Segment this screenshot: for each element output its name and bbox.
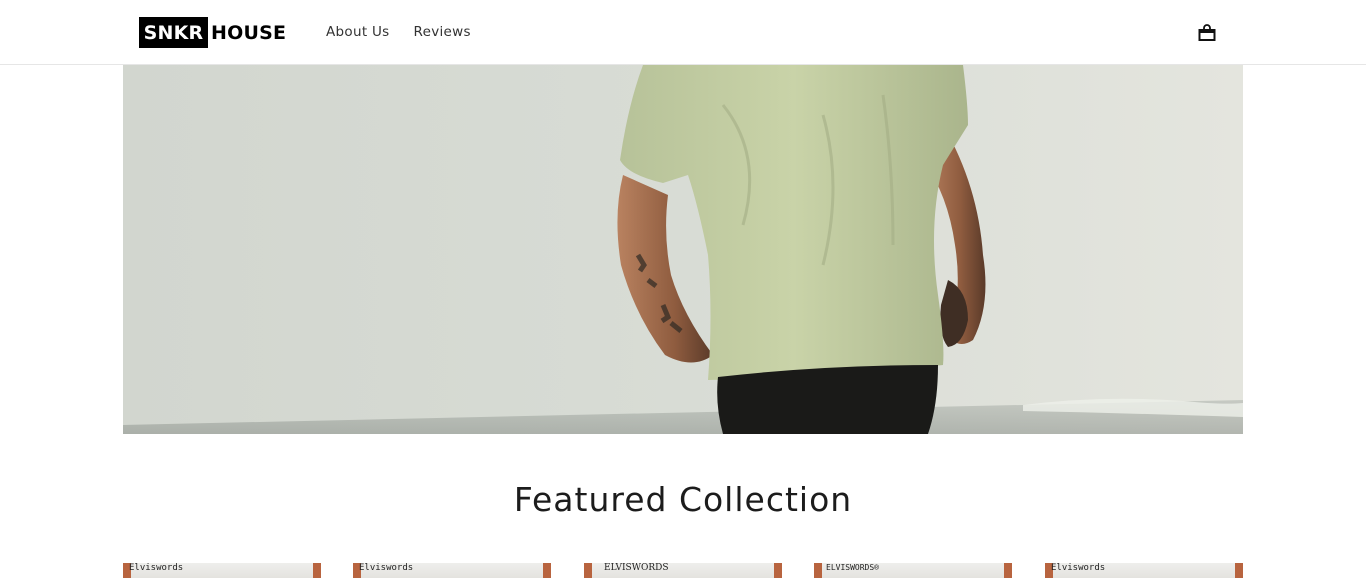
featured-collection-title: Featured Collection [513, 480, 853, 519]
logo-rest-text: HOUSE [211, 21, 287, 44]
nav-link-about-us[interactable]: About Us [326, 24, 390, 40]
product-brand-label: Elviswords [359, 563, 414, 573]
shopping-bag-icon [1198, 24, 1216, 41]
product-image-edge [1235, 563, 1243, 578]
product-card[interactable]: Elviswords [353, 563, 551, 578]
product-image-edge [313, 563, 321, 578]
nav-link-reviews[interactable]: Reviews [414, 24, 471, 40]
product-image-edge [1004, 563, 1012, 578]
site-logo[interactable]: SNKR HOUSE [139, 17, 286, 48]
product-brand-label: Elviswords [1051, 563, 1106, 573]
main-nav: About Us Reviews [326, 24, 471, 40]
product-card[interactable]: Elviswords [1045, 563, 1243, 578]
product-image-edge [543, 563, 551, 578]
product-image-edge [814, 563, 822, 578]
logo-boxed-text: SNKR [139, 17, 208, 48]
hero-image [123, 65, 1243, 434]
product-card[interactable]: ELVISWORDS [584, 563, 782, 578]
product-brand-label: ELVISWORDS® [826, 563, 879, 572]
product-brand-label: ELVISWORDS [604, 563, 669, 573]
site-header: SNKR HOUSE About Us Reviews [0, 0, 1366, 65]
product-card[interactable]: ELVISWORDS® [814, 563, 1012, 578]
product-image-edge [584, 563, 592, 578]
cart-button[interactable] [1198, 24, 1216, 42]
product-card[interactable]: Elviswords [123, 563, 321, 578]
hero-banner [123, 65, 1243, 434]
product-brand-label: Elviswords [129, 563, 184, 573]
product-image-edge [774, 563, 782, 578]
